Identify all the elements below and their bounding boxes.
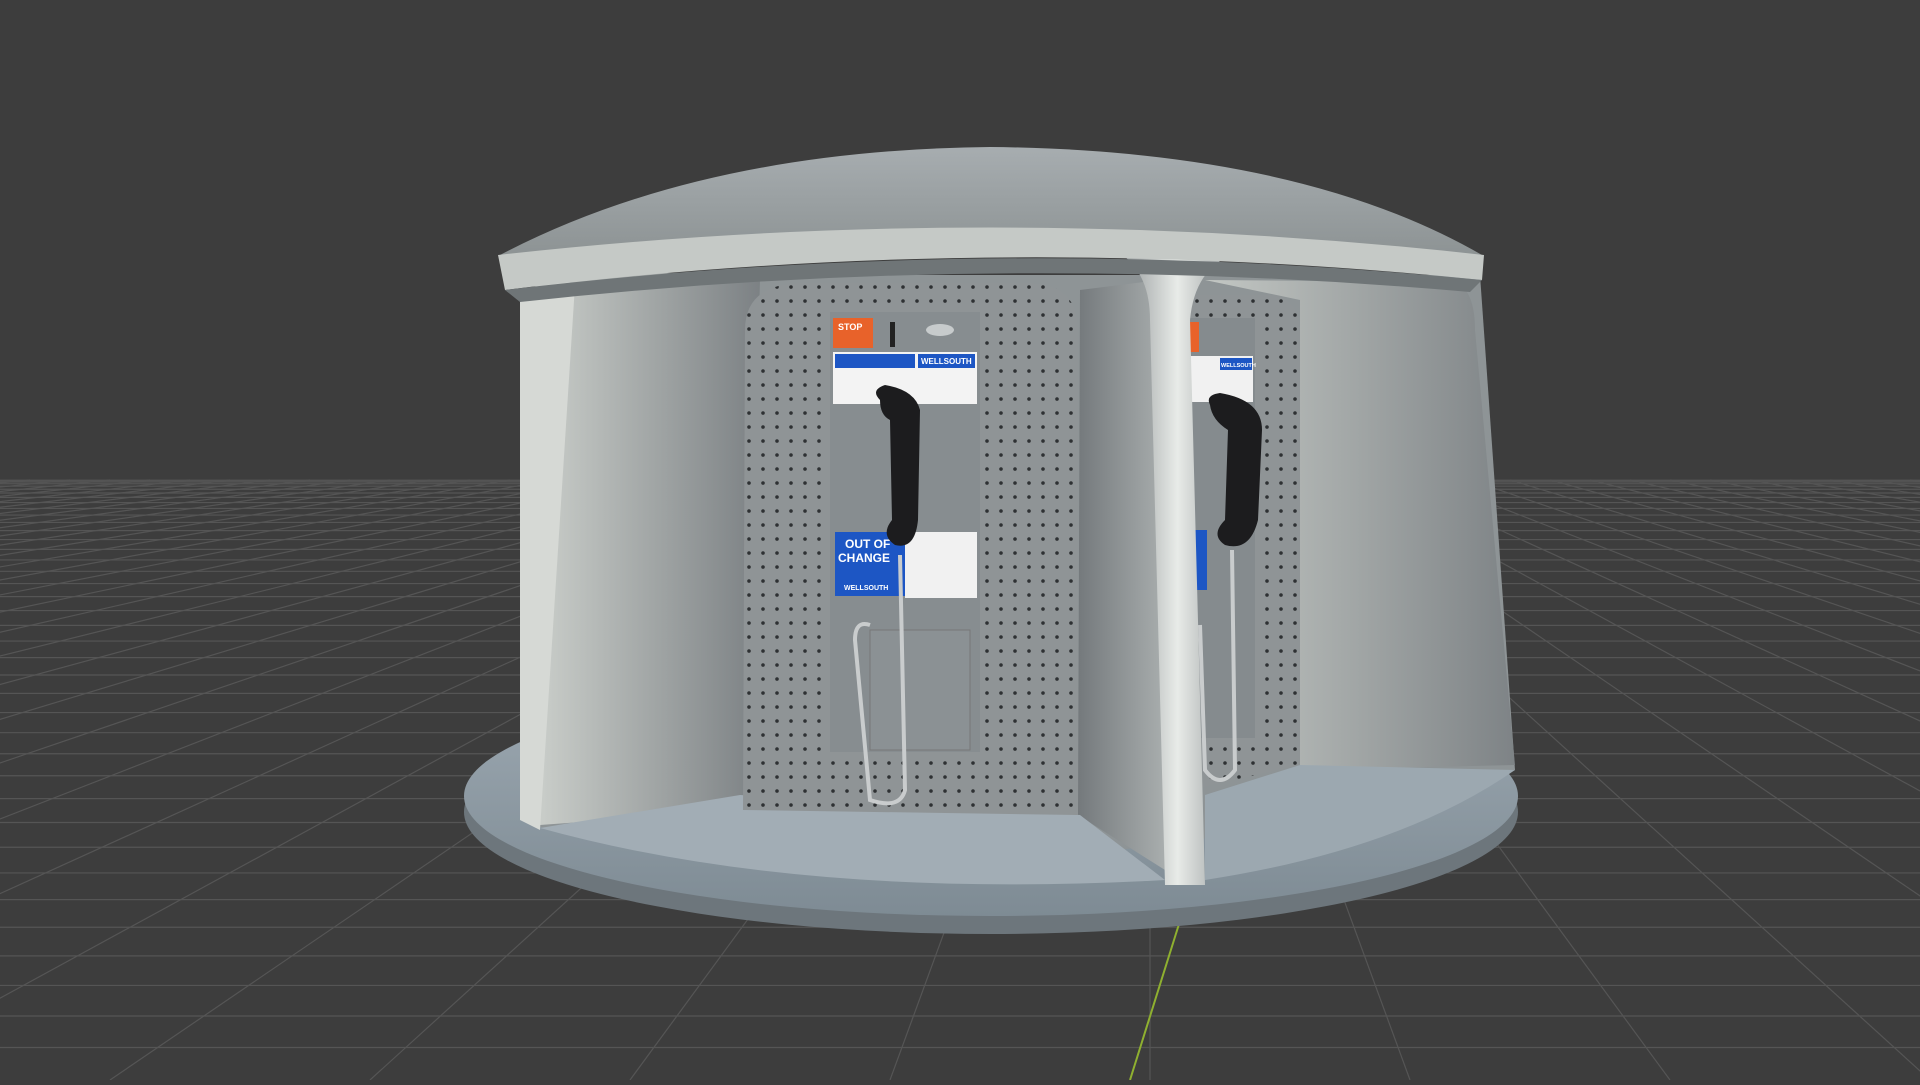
- grid-line: [0, 479, 431, 546]
- grid-line: [1589, 479, 1920, 563]
- out-of-change-line2: CHANGE: [838, 551, 890, 565]
- grid-line: [0, 479, 391, 537]
- grid-line: [0, 479, 191, 503]
- grid-line: [1869, 479, 1920, 489]
- y-axis-line: [1129, 904, 1186, 1081]
- coin-box: [869, 629, 971, 751]
- out-of-change-line1: OUT OF: [845, 537, 890, 551]
- brand-label-bottom: WELLSOUTH: [844, 585, 888, 592]
- coin-return: [926, 324, 954, 336]
- stop-text: STOP: [838, 322, 862, 332]
- coin-slot[interactable]: [890, 322, 895, 347]
- scene-canvas[interactable]: STOP WELLSOUTH OUT OF CHANGE WELLSOUTH W…: [0, 0, 1920, 1081]
- grid-line: [1709, 479, 1920, 522]
- grid-line: [1469, 479, 1920, 635]
- grid-line: [0, 479, 271, 515]
- grid-line: [1629, 479, 1920, 547]
- grid-line: [1749, 479, 1920, 512]
- grid-line: [0, 479, 231, 508]
- grid-line: [1909, 479, 1920, 483]
- grid-line: [1509, 479, 1920, 605]
- brand-label-top: WELLSOUTH: [921, 357, 972, 366]
- grid-line: [0, 479, 511, 568]
- grid-line: [1829, 479, 1920, 496]
- grid-line: [1669, 479, 1920, 534]
- notice-card: [905, 532, 977, 598]
- 3d-viewport[interactable]: STOP WELLSOUTH OUT OF CHANGE WELLSOUTH W…: [0, 0, 1920, 1081]
- brand-label-top: WELLSOUTH: [1221, 363, 1256, 369]
- grid-line: [0, 479, 311, 521]
- payphone-left[interactable]: STOP WELLSOUTH OUT OF CHANGE WELLSOUTH: [830, 312, 980, 806]
- grid-line: [0, 479, 71, 488]
